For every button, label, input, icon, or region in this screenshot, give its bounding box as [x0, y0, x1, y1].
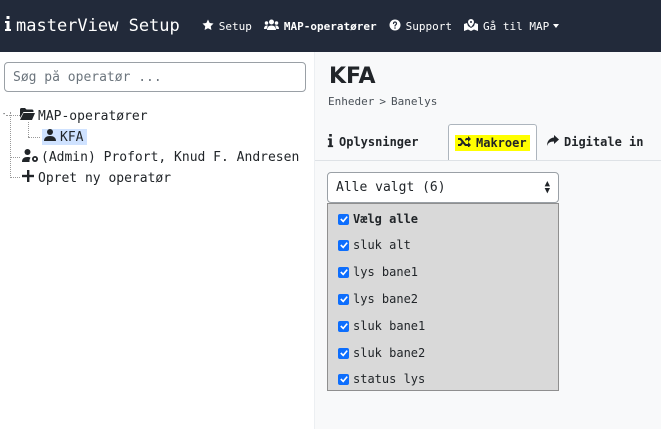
top-navbar: masterView Setup Setup MAP-operatører Su…: [0, 0, 661, 52]
tab-bar: Oplysninger Makroer Digitale in: [315, 123, 661, 161]
breadcrumb: Enheder > Banelys: [328, 95, 437, 108]
option-label: status lys: [353, 372, 426, 386]
info-icon: [4, 16, 12, 36]
tree-toggle-icon[interactable]: -: [2, 111, 7, 118]
tab-digitale-inputs[interactable]: Digitale in: [547, 123, 643, 161]
tree-node-kfa-label: KFA: [60, 129, 84, 145]
caret-down-icon: [553, 24, 560, 28]
checkbox-checked-icon[interactable]: [338, 266, 349, 278]
nav-goto-map[interactable]: Gå til MAP: [463, 18, 560, 34]
page-title: KFA: [329, 64, 376, 89]
breadcrumb-separator: >: [379, 95, 386, 108]
tree-connector: [6, 115, 20, 116]
checkbox-checked-icon[interactable]: [338, 293, 349, 305]
option-label: lys bane1: [353, 265, 419, 279]
tab-oplysninger[interactable]: Oplysninger: [327, 123, 418, 161]
user-icon: [44, 129, 56, 145]
question-circle-icon: [389, 19, 401, 34]
tree-node-admin-label: (Admin) Profort, Knud F. Andresen: [41, 150, 300, 165]
tree-connector: [28, 137, 40, 138]
option-sluk-alt[interactable]: sluk alt: [338, 238, 411, 252]
brand[interactable]: masterView Setup: [4, 16, 180, 36]
tree-node-new-operator-label: Opret ny operatør: [38, 170, 172, 186]
detail-panel: KFA Enheder > Banelys Oplysninger Makroe…: [314, 52, 661, 429]
select-arrows-icon: ▲ ▼: [544, 178, 550, 196]
tab-makroer-label: Makroer: [476, 135, 527, 150]
tree-node-kfa[interactable]: KFA: [42, 129, 88, 145]
tab-makroer-highlight: Makroer: [455, 134, 530, 151]
option-sluk-bane1[interactable]: sluk bane1: [338, 319, 425, 333]
nav-setup[interactable]: Setup: [202, 19, 252, 34]
nav-support[interactable]: Support: [389, 19, 452, 34]
random-icon: [458, 135, 476, 150]
tab-digitale-inputs-label: Digitale in: [564, 135, 644, 149]
option-label: lys bane2: [353, 292, 419, 306]
tree-node-map-operators-label: MAP-operatører: [38, 108, 148, 124]
nav-support-label: Support: [405, 19, 452, 33]
operator-search-input[interactable]: [4, 62, 306, 92]
tree-connector: [10, 112, 11, 178]
checkbox-checked-icon[interactable]: [338, 239, 349, 251]
breadcrumb-item[interactable]: Enheder: [328, 95, 374, 108]
option-label: sluk alt: [353, 238, 411, 252]
share-icon: [547, 135, 564, 149]
option-label: Vælg alle: [353, 212, 419, 226]
info-icon: [327, 133, 339, 151]
breadcrumb-item[interactable]: Banelys: [391, 95, 437, 108]
checkbox-checked-icon[interactable]: [338, 373, 349, 385]
macro-dropdown-list: Vælg alle sluk alt lys bane1 lys bane2 s…: [327, 203, 559, 391]
checkbox-checked-icon[interactable]: [338, 213, 349, 225]
tab-makroer[interactable]: Makroer: [448, 124, 537, 160]
macro-multiselect[interactable]: Alle valgt (6) ▲ ▼: [327, 172, 559, 203]
plus-icon: [22, 170, 34, 186]
option-label: sluk bane2: [353, 346, 426, 360]
tree-connector: [10, 157, 20, 158]
nav-goto-map-label: Gå til MAP: [482, 19, 550, 33]
tree-node-map-operators[interactable]: MAP-operatører: [20, 108, 148, 124]
option-lys-bane2[interactable]: lys bane2: [338, 292, 418, 306]
tree-node-new-operator[interactable]: Opret ny operatør: [22, 170, 171, 186]
tab-oplysninger-label: Oplysninger: [339, 135, 419, 149]
macro-multiselect-value: Alle valgt (6): [336, 180, 446, 195]
nav-map-operators[interactable]: MAP-operatører: [263, 19, 377, 33]
checkbox-checked-icon[interactable]: [338, 320, 349, 332]
tree-node-admin[interactable]: (Admin) Profort, Knud F. Andresen: [22, 149, 299, 166]
brand-title: masterView Setup: [16, 16, 180, 36]
option-sluk-bane2[interactable]: sluk bane2: [338, 346, 425, 360]
users-icon: [263, 19, 279, 33]
star-icon: [202, 19, 214, 34]
nav-setup-label: Setup: [218, 19, 252, 33]
option-select-all[interactable]: Vælg alle: [338, 212, 418, 226]
folder-open-icon: [20, 108, 35, 124]
option-label: sluk bane1: [353, 319, 426, 333]
tree-connector: [10, 177, 20, 178]
map-marked-icon: [463, 18, 478, 34]
nav-map-operators-label: MAP-operatører: [283, 19, 377, 33]
tree-connector: [28, 122, 29, 137]
option-lys-bane1[interactable]: lys bane1: [338, 265, 418, 279]
tab-divider: [315, 160, 661, 161]
option-status-lys[interactable]: status lys: [338, 372, 425, 386]
user-cog-icon: [22, 149, 39, 166]
checkbox-checked-icon[interactable]: [338, 347, 349, 359]
operator-tree: - MAP-operatører KFA (Admin) Profort, Kn…: [0, 104, 314, 224]
